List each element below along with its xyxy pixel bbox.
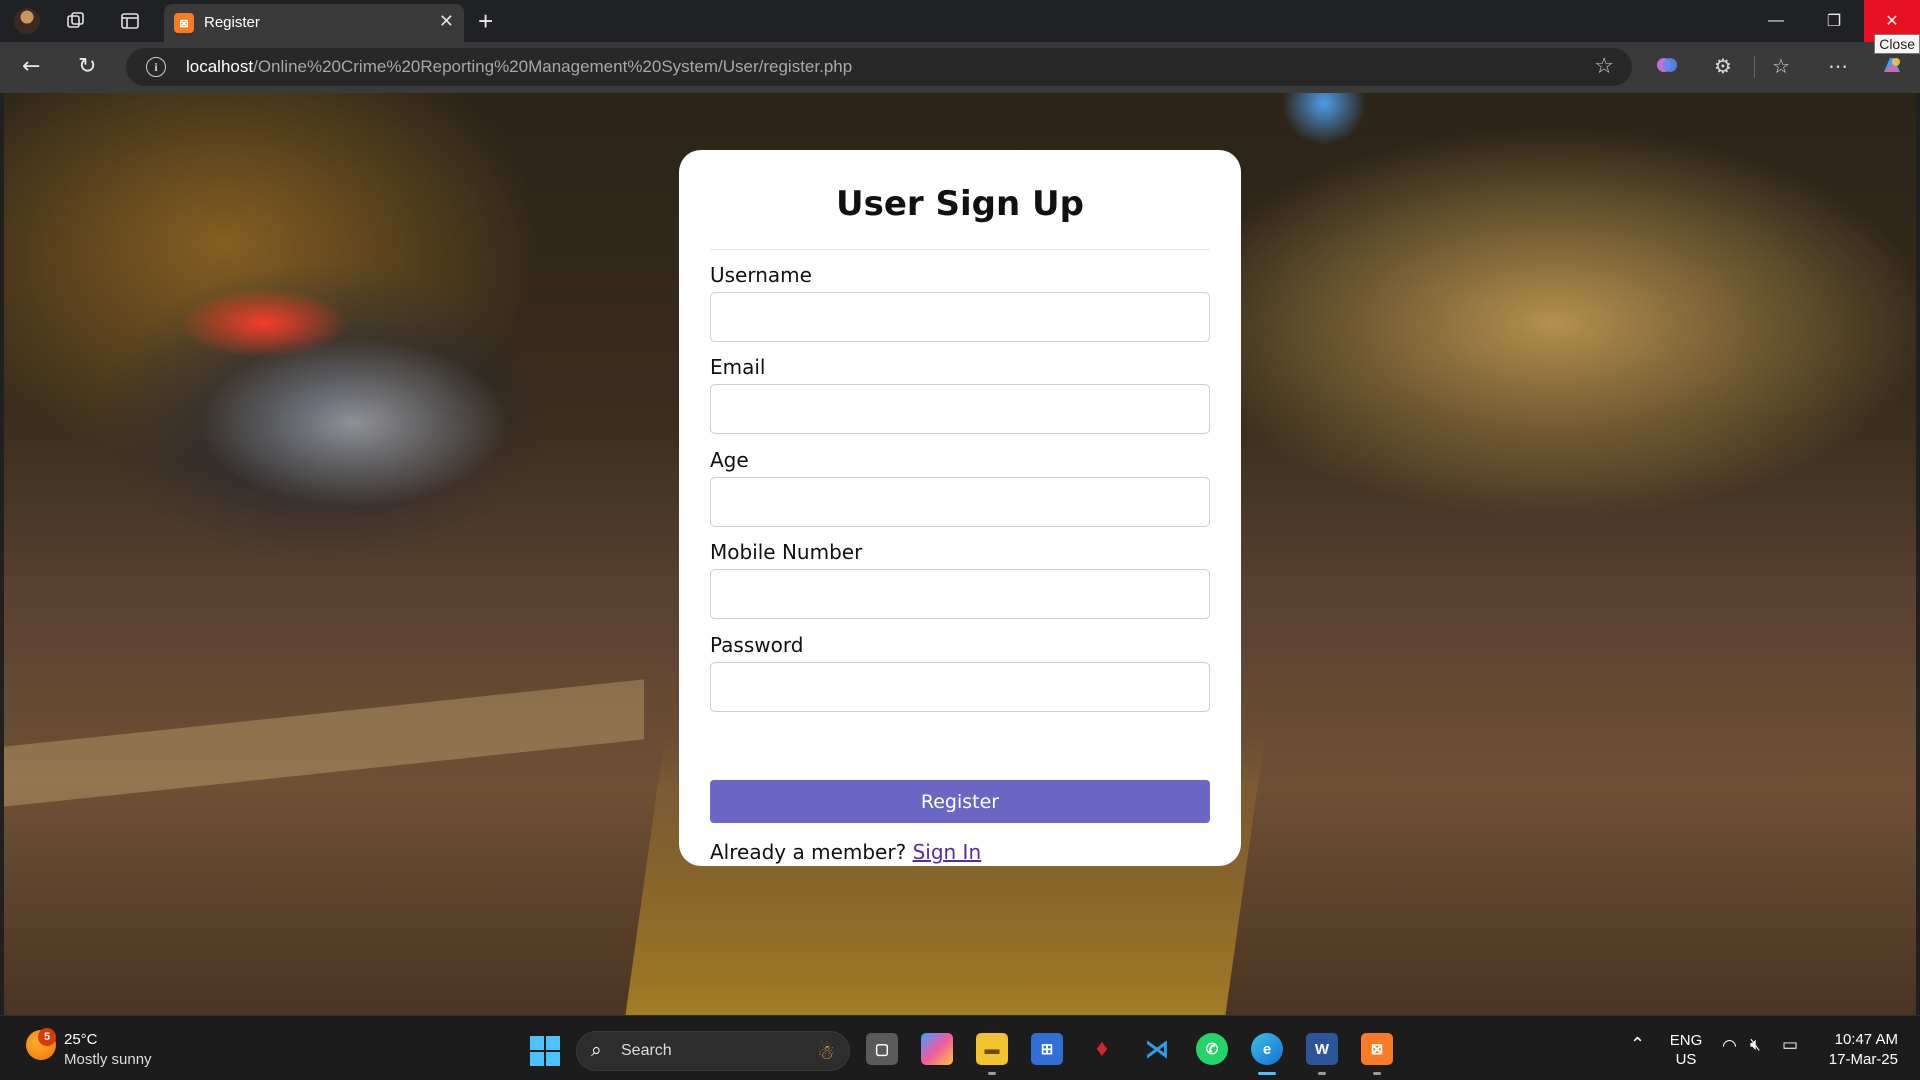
clock-date: 17-Mar-25: [1828, 1051, 1898, 1068]
background-kerb: [4, 679, 644, 807]
copilot-icon[interactable]: [1880, 54, 1904, 83]
search-label: Search: [621, 1042, 672, 1059]
favorites-icon[interactable]: ☆: [1772, 54, 1790, 78]
mobile-number-input[interactable]: [710, 569, 1210, 619]
edge-active-indicator: [1258, 1072, 1276, 1075]
copilot-app-icon[interactable]: [921, 1033, 953, 1065]
favorite-star-icon[interactable]: ☆: [1594, 54, 1614, 79]
clock-time: 10:47 AM: [1834, 1031, 1898, 1048]
file-explorer-icon[interactable]: ▬: [976, 1033, 1008, 1065]
signin-link[interactable]: Sign In: [913, 840, 982, 864]
email-input[interactable]: [710, 384, 1210, 434]
windows-taskbar: 5 25°C Mostly sunny ⌕ Search ☃ ▢ ▬ ⊞ ♦ ⋊…: [0, 1015, 1920, 1080]
info-icon[interactable]: i: [146, 57, 166, 77]
word-running-dot: [1318, 1072, 1326, 1075]
close-tooltip: Close: [1874, 34, 1920, 54]
username-label: Username: [710, 263, 812, 287]
language-code: ENG: [1669, 1032, 1703, 1049]
region-code: US: [1675, 1051, 1697, 1068]
xampp-running-dot: [1373, 1072, 1381, 1075]
whatsapp-icon[interactable]: ✆: [1196, 1033, 1228, 1065]
toolbar-separator: [1754, 56, 1755, 78]
tab-title: Register: [204, 14, 260, 31]
minimize-icon[interactable]: —: [1748, 0, 1804, 42]
workspaces-icon[interactable]: [64, 9, 88, 33]
task-view-icon[interactable]: ▢: [866, 1033, 898, 1065]
windows-start-icon[interactable]: [530, 1036, 560, 1066]
url-path: /Online%20Crime%20Reporting%20Management…: [253, 57, 853, 76]
battery-icon[interactable]: ▭: [1782, 1035, 1798, 1055]
address-bar[interactable]: i localhost/Online%20Crime%20Reporting%2…: [126, 48, 1632, 86]
signin-prompt-text: Already a member?: [710, 840, 907, 864]
age-input[interactable]: [710, 477, 1210, 527]
weather-temp: 25°C: [64, 1031, 98, 1048]
mcafee-icon[interactable]: ♦: [1086, 1033, 1118, 1065]
word-icon[interactable]: W: [1306, 1033, 1338, 1065]
vscode-icon[interactable]: ⋊: [1141, 1033, 1173, 1065]
volume-muted-icon[interactable]: 🔇︎: [1750, 1035, 1761, 1055]
password-label: Password: [710, 633, 804, 657]
restore-icon[interactable]: ❐: [1806, 0, 1862, 42]
username-input[interactable]: [710, 292, 1210, 342]
browser-nav-bar: ← ↻ i localhost/Online%20Crime%20Reporti…: [0, 42, 1920, 93]
tab-register[interactable]: ⊠ Register ✕: [164, 4, 464, 42]
system-clock[interactable]: 10:47 AM 17-Mar-25: [1822, 1030, 1898, 1070]
extensions-icon[interactable]: ⚙: [1714, 54, 1732, 78]
signin-prompt-row: Already a member? Sign In: [710, 840, 981, 864]
register-button[interactable]: Register: [710, 780, 1210, 823]
age-label: Age: [710, 448, 749, 472]
refresh-icon[interactable]: ↻: [78, 54, 96, 79]
vertical-tabs-icon[interactable]: [118, 9, 142, 33]
browser-tab-bar: ⊠ Register ✕ + — ❐ ✕: [0, 0, 1920, 42]
back-arrow-icon[interactable]: ←: [22, 54, 40, 79]
tray-chevron-up-icon[interactable]: ⌃: [1630, 1034, 1645, 1055]
password-input[interactable]: [710, 662, 1210, 712]
xampp-taskbar-icon[interactable]: ⊠: [1361, 1033, 1393, 1065]
search-highlight-icon: ☃: [817, 1040, 835, 1064]
microsoft-store-icon[interactable]: ⊞: [1031, 1033, 1063, 1065]
xampp-icon: ⊠: [174, 13, 194, 33]
copilot-brain-icon[interactable]: [1656, 54, 1678, 81]
taskbar-search[interactable]: ⌕ Search ☃: [576, 1031, 850, 1071]
signup-card: User Sign Up Username Email Age Mobile N…: [679, 150, 1241, 866]
tab-close-icon[interactable]: ✕: [439, 11, 454, 32]
more-icon[interactable]: ⋯: [1828, 54, 1848, 78]
title-divider: [710, 249, 1210, 250]
file-explorer-running-dot: [988, 1072, 996, 1075]
weather-badge: 5: [38, 1028, 56, 1046]
mobile-number-label: Mobile Number: [710, 540, 863, 564]
email-label: Email: [710, 355, 766, 379]
language-indicator[interactable]: ENG US: [1666, 1031, 1706, 1069]
url-host: localhost: [186, 57, 254, 76]
profile-avatar[interactable]: [14, 8, 40, 34]
page-background: User Sign Up Username Email Age Mobile N…: [4, 93, 1916, 1015]
edge-icon[interactable]: e: [1251, 1033, 1283, 1065]
search-icon: ⌕: [591, 1039, 602, 1061]
wifi-icon[interactable]: ◠: [1722, 1036, 1737, 1056]
new-tab-icon[interactable]: +: [478, 6, 493, 37]
weather-desc: Mostly sunny: [64, 1051, 152, 1068]
url-text[interactable]: localhost/Online%20Crime%20Reporting%20M…: [186, 57, 852, 77]
page-title: User Sign Up: [836, 184, 1084, 224]
